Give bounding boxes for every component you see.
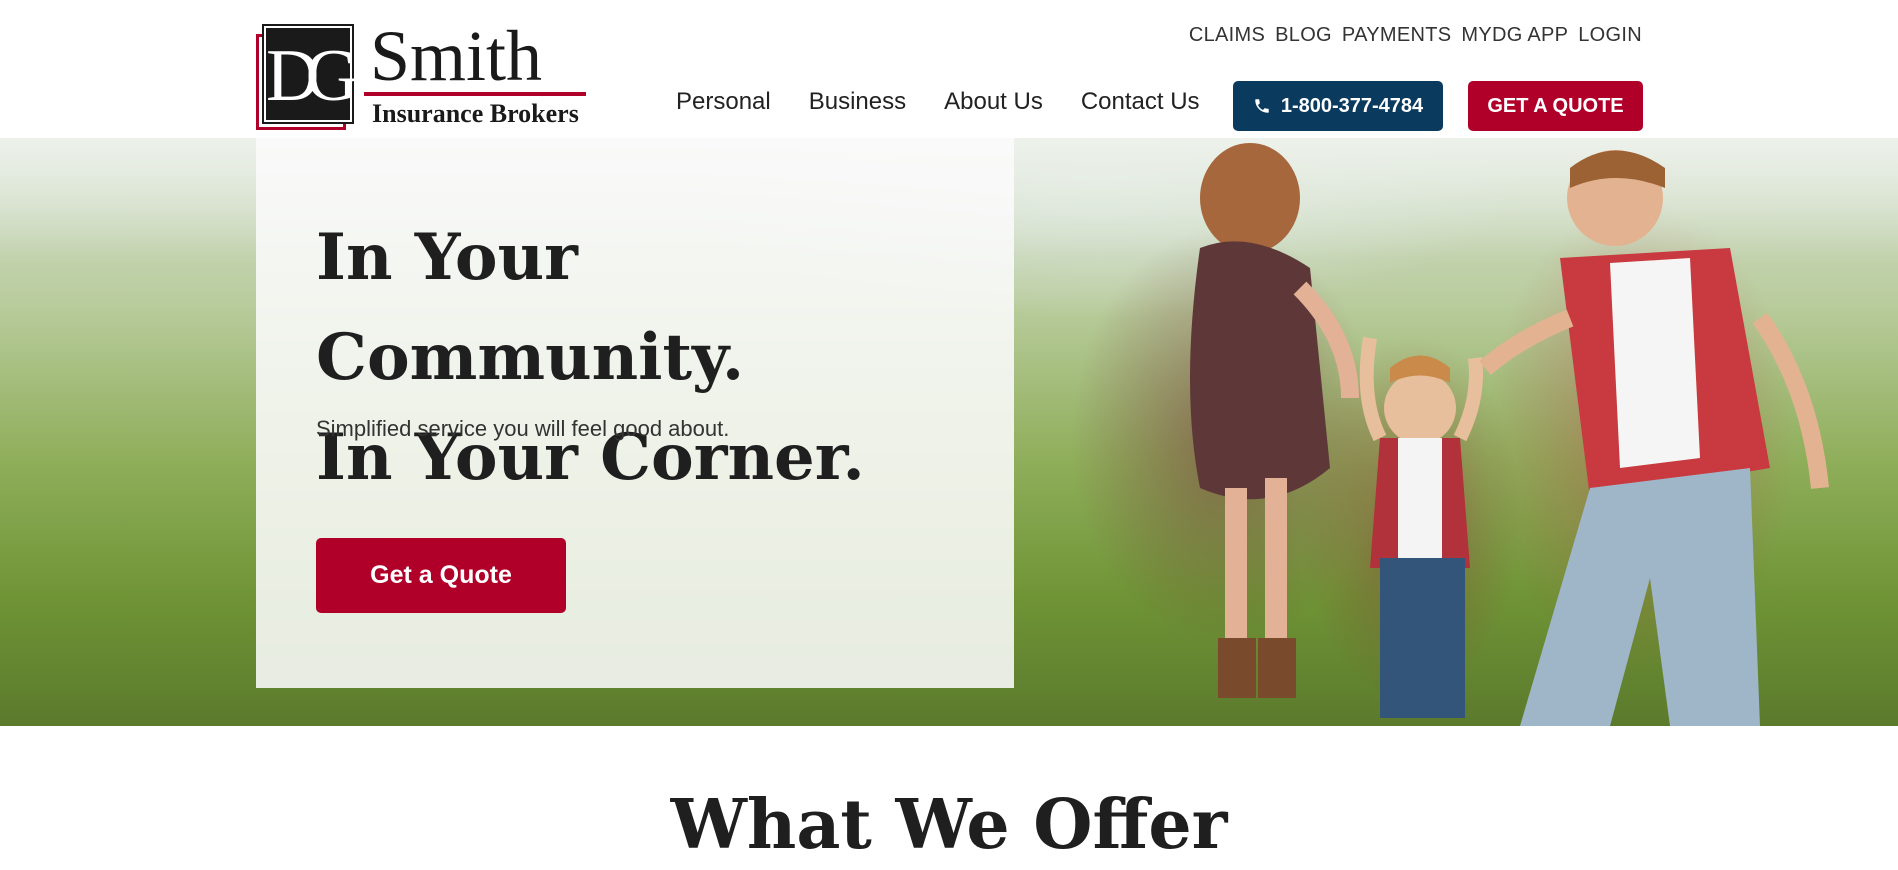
hero-title: In Your Community. In Your Corner. — [316, 208, 1014, 508]
utility-link-claims[interactable]: CLAIMS — [1189, 24, 1265, 47]
hero-get-a-quote-button[interactable]: Get a Quote — [316, 538, 566, 613]
get-a-quote-button[interactable]: GET A QUOTE — [1468, 81, 1643, 131]
nav-item-contact-us[interactable]: Contact Us — [1081, 88, 1200, 116]
hero-card: In Your Community. In Your Corner. Simpl… — [256, 138, 1014, 688]
hero-family-image — [1190, 143, 1829, 726]
logo-tagline: Insurance Brokers — [372, 99, 579, 128]
logo-rule — [364, 92, 586, 96]
phone-icon — [1255, 99, 1269, 113]
nav-item-business[interactable]: Business — [809, 88, 906, 116]
phone-button-label: 1-800-377-4784 — [1280, 94, 1424, 117]
logo[interactable]: DG Smith Insurance Brokers — [256, 16, 586, 132]
hero-title-line-1: In Your Community. — [316, 220, 745, 395]
nav-item-personal[interactable]: Personal — [676, 88, 771, 116]
main-nav: Personal Business About Us Contact Us — [676, 88, 1200, 116]
utility-link-login[interactable]: LOGIN — [1578, 24, 1642, 47]
site-header: DG Smith Insurance Brokers CLAIMS BLOG P… — [0, 0, 1898, 138]
utility-link-mydg-app[interactable]: MYDG APP — [1461, 24, 1568, 47]
utility-nav: CLAIMS BLOG PAYMENTS MYDG APP LOGIN — [1189, 24, 1642, 47]
phone-button[interactable]: 1-800-377-4784 — [1233, 81, 1443, 131]
logo-name: Smith — [370, 16, 543, 96]
nav-item-about-us[interactable]: About Us — [944, 88, 1043, 116]
logo-monogram-box: DG — [262, 24, 359, 124]
logo-monogram: DG — [266, 35, 359, 117]
utility-link-blog[interactable]: BLOG — [1275, 24, 1332, 47]
utility-link-payments[interactable]: PAYMENTS — [1342, 24, 1451, 47]
hero-subtitle: Simplified service you will feel good ab… — [316, 416, 730, 441]
section-title: What We Offer — [670, 785, 1228, 865]
